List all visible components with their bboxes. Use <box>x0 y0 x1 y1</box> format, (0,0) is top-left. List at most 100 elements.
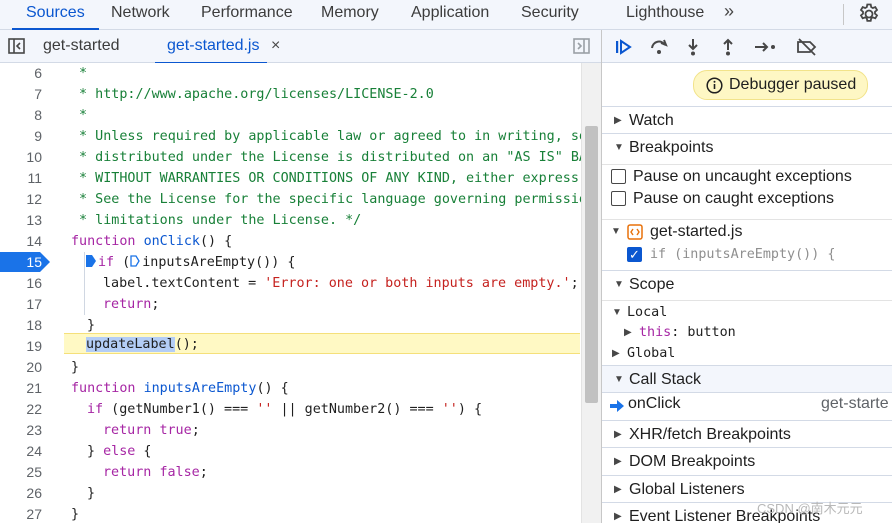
pause-uncaught-checkbox[interactable] <box>611 169 626 184</box>
section-scope[interactable]: ▼ Scope <box>602 270 892 297</box>
tab-memory[interactable]: Memory <box>321 0 379 30</box>
section-call-stack[interactable]: ▼ Call Stack <box>602 365 892 392</box>
code-keyword: function <box>71 381 136 396</box>
toggle-navigator-icon[interactable] <box>8 38 25 54</box>
breakpoint-file-group[interactable]: ▼ get-started.js <box>602 219 892 243</box>
collapse-arrow-icon: ▼ <box>614 374 624 385</box>
code-text: () { <box>256 381 289 396</box>
line-number[interactable]: 9 <box>0 126 42 147</box>
expand-arrow-icon: ▶ <box>614 429 622 440</box>
call-frame-current[interactable]: onClick get-starte <box>602 392 892 419</box>
line-number[interactable]: 11 <box>0 168 42 189</box>
step-into-icon[interactable] <box>683 37 703 57</box>
code-keyword: if <box>98 255 115 270</box>
line-number[interactable]: 17 <box>0 294 42 315</box>
line-number[interactable]: 26 <box>0 483 42 504</box>
code-editor[interactable]: 6 * 7 * http://www.apache.org/licenses/L… <box>0 63 601 523</box>
panel-tab-bar: Sources Network Performance Memory Appli… <box>0 0 892 30</box>
tab-network[interactable]: Network <box>111 0 170 30</box>
inline-breakpoint-hollow-icon[interactable] <box>130 255 141 267</box>
scope-this[interactable]: ▶ this: button <box>602 321 892 344</box>
expand-arrow-icon: ▶ <box>614 511 622 522</box>
expand-arrow-icon: ▶ <box>614 115 622 126</box>
scope-global[interactable]: ▶ Global <box>602 342 892 365</box>
code-function-name: onClick <box>143 234 200 249</box>
line-number[interactable]: 25 <box>0 462 42 483</box>
tab-sources[interactable]: Sources <box>12 0 99 30</box>
section-breakpoints[interactable]: ▼ Breakpoints <box>602 133 892 160</box>
code-keyword: true <box>159 423 192 438</box>
line-number[interactable]: 7 <box>0 84 42 105</box>
line-number[interactable]: 6 <box>0 63 42 84</box>
toolbar-divider <box>843 4 844 25</box>
deactivate-breakpoints-icon[interactable] <box>796 37 818 57</box>
line-number[interactable]: 13 <box>0 210 42 231</box>
current-frame-arrow-icon <box>610 400 624 412</box>
section-watch[interactable]: ▶ Watch <box>602 106 892 133</box>
editor-scrollbar[interactable] <box>581 63 601 523</box>
line-number[interactable]: 18 <box>0 315 42 336</box>
scope-global-label: Global <box>627 346 676 361</box>
code-string: '' <box>441 402 458 417</box>
line-number[interactable]: 16 <box>0 273 42 294</box>
line-number[interactable]: 8 <box>0 105 42 126</box>
tab-performance[interactable]: Performance <box>201 0 293 30</box>
scope-local[interactable]: ▼ Local <box>602 300 892 323</box>
line-number[interactable]: 27 <box>0 504 42 523</box>
code-text: (getNumber1() === <box>103 402 257 417</box>
line-number[interactable]: 19 <box>0 336 42 357</box>
pause-caught-checkbox[interactable] <box>611 191 626 206</box>
step-icon[interactable] <box>753 37 777 57</box>
debugger-toolbar <box>602 30 892 63</box>
inline-breakpoint-icon[interactable] <box>86 255 96 267</box>
collapse-arrow-icon: ▼ <box>611 226 621 237</box>
line-number[interactable]: 15 <box>0 252 42 273</box>
code-line: 8 * <box>0 105 580 126</box>
tab-application[interactable]: Application <box>411 0 489 30</box>
more-tabs-button[interactable]: » <box>724 1 734 22</box>
section-label: Scope <box>629 276 675 293</box>
line-number[interactable]: 12 <box>0 189 42 210</box>
line-number[interactable]: 14 <box>0 231 42 252</box>
code-selected-text: updateLabel <box>86 337 175 352</box>
line-number[interactable]: 23 <box>0 420 42 441</box>
breakpoint-code: if (inputsAreEmpty()) { <box>650 247 836 262</box>
tab-lighthouse[interactable]: Lighthouse <box>626 0 704 30</box>
code-text: ; <box>191 423 200 438</box>
code-text: (); <box>174 337 199 352</box>
code-text: * See the License for the specific langu… <box>71 192 587 207</box>
code-line: 13 * limitations under the License. */ <box>0 210 580 231</box>
scrollbar-thumb[interactable] <box>585 126 598 403</box>
toggle-debugger-icon[interactable] <box>573 38 590 54</box>
line-number[interactable]: 20 <box>0 357 42 378</box>
pause-uncaught-option[interactable]: Pause on uncaught exceptions <box>602 164 892 187</box>
line-number[interactable]: 22 <box>0 399 42 420</box>
code-string: 'Error: one or both inputs are empty.' <box>264 276 571 291</box>
scope-var-name: this <box>639 325 672 340</box>
code-text: * Unless required by applicable law or a… <box>71 129 587 144</box>
debugger-sidebar: Debugger paused ▶ Watch ▼ Breakpoints Pa… <box>601 30 892 523</box>
section-label: DOM Breakpoints <box>629 453 756 470</box>
section-xhr-breakpoints[interactable]: ▶ XHR/fetch Breakpoints <box>602 420 892 447</box>
file-tab-get-started-js[interactable]: get-started.js <box>155 30 268 64</box>
pause-caught-option[interactable]: Pause on caught exceptions <box>602 187 892 210</box>
code-text: || getNumber2() === <box>272 402 442 417</box>
breakpoint-checkbox[interactable] <box>627 243 642 266</box>
code-text: * distributed under the License is distr… <box>71 150 587 165</box>
resume-icon[interactable] <box>614 37 634 57</box>
tab-security[interactable]: Security <box>521 0 579 30</box>
code-text: ( <box>114 255 131 270</box>
call-frame-location[interactable]: get-starte <box>821 395 889 413</box>
code-keyword: return <box>103 297 152 312</box>
line-number[interactable]: 10 <box>0 147 42 168</box>
line-number[interactable]: 24 <box>0 441 42 462</box>
code-text: ()) { <box>255 255 296 270</box>
line-number[interactable]: 21 <box>0 378 42 399</box>
breakpoint-entry[interactable]: if (inputsAreEmpty()) { <box>602 243 892 266</box>
section-dom-breakpoints[interactable]: ▶ DOM Breakpoints <box>602 447 892 474</box>
file-tab-get-started[interactable]: get-started <box>43 30 119 63</box>
step-out-icon[interactable] <box>718 37 738 57</box>
close-tab-icon[interactable]: × <box>271 37 280 55</box>
settings-gear-icon[interactable] <box>856 2 882 26</box>
step-over-icon[interactable] <box>649 37 669 57</box>
